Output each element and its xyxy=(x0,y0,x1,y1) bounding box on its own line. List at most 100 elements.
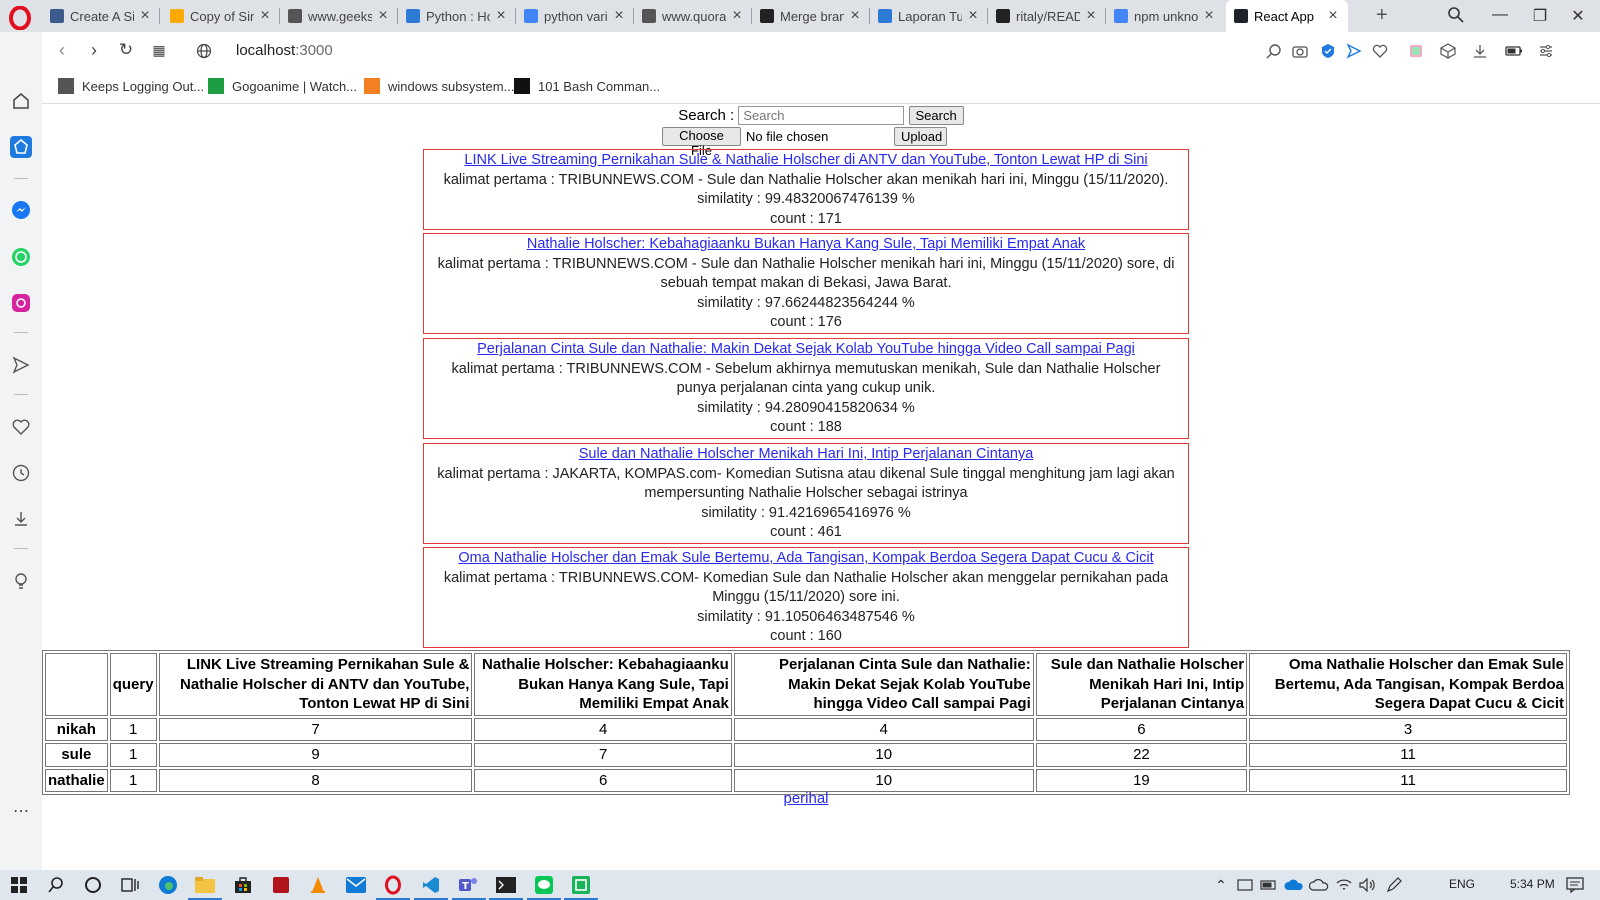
mail-icon[interactable] xyxy=(345,874,367,896)
vlc-icon[interactable] xyxy=(307,874,329,896)
green-app-icon[interactable] xyxy=(564,874,598,900)
table-corner-cell xyxy=(45,653,108,716)
search-icon[interactable] xyxy=(45,874,67,896)
close-tab-icon[interactable]: × xyxy=(1202,7,1216,25)
pen-icon[interactable] xyxy=(1383,874,1405,896)
instagram-icon[interactable] xyxy=(10,292,32,314)
result-title-link[interactable]: Oma Nathalie Holscher dan Emak Sule Bert… xyxy=(458,550,1153,566)
notifications-icon[interactable] xyxy=(1564,874,1586,896)
chevron-up-icon[interactable]: ⌃ xyxy=(1210,874,1232,896)
browser-tab[interactable]: Laporan Tu × xyxy=(870,0,988,32)
result-title-link[interactable]: Perjalanan Cinta Sule dan Nathalie: Maki… xyxy=(477,341,1135,357)
bookmark-label: Keeps Logging Out... xyxy=(82,78,205,94)
volume-icon[interactable] xyxy=(1357,874,1379,896)
browser-tab[interactable]: python vari × xyxy=(516,0,634,32)
extension-cube-icon[interactable] xyxy=(1406,41,1426,61)
app-red-icon[interactable] xyxy=(270,874,292,896)
input-language[interactable]: ENG xyxy=(1449,877,1475,891)
file-explorer-icon[interactable] xyxy=(188,874,222,900)
close-tab-icon[interactable]: × xyxy=(138,7,152,25)
vpn-shield-icon[interactable] xyxy=(1318,41,1338,61)
bookmark-item[interactable]: Keeps Logging Out... xyxy=(58,78,204,94)
history-clock-icon[interactable] xyxy=(10,462,32,484)
send-flow-icon[interactable] xyxy=(1344,41,1364,61)
extensions-box-icon[interactable] xyxy=(1438,41,1458,61)
line-messenger-icon[interactable] xyxy=(527,874,561,900)
downloads-icon[interactable] xyxy=(10,508,32,530)
lightbulb-icon[interactable] xyxy=(10,570,32,592)
windows-start-icon[interactable] xyxy=(8,874,30,896)
battery-saver-icon[interactable] xyxy=(1504,41,1524,61)
speed-dial-icon[interactable] xyxy=(10,136,32,158)
wifi-icon[interactable] xyxy=(1333,874,1355,896)
result-title-link[interactable]: LINK Live Streaming Pernikahan Sule & Na… xyxy=(464,152,1147,168)
cloud-icon[interactable] xyxy=(1308,874,1330,896)
bookmark-item[interactable]: windows subsystem... xyxy=(364,78,514,94)
teams-icon[interactable]: T xyxy=(452,874,486,900)
about-link[interactable]: perihal xyxy=(783,790,828,807)
close-tab-icon[interactable]: × xyxy=(612,7,626,25)
browser-tab[interactable]: www.quora × xyxy=(634,0,752,32)
edge-icon[interactable] xyxy=(157,874,179,896)
clock-time[interactable]: 5:34 PM xyxy=(1510,877,1555,891)
new-tab-button[interactable]: + xyxy=(1376,4,1388,27)
close-tab-icon[interactable]: × xyxy=(1326,7,1340,25)
tab-search-icon[interactable] xyxy=(1447,6,1465,24)
browser-tab[interactable]: Copy of Sin × xyxy=(162,0,280,32)
close-window-icon[interactable]: ✕ xyxy=(1558,6,1598,26)
bookmark-item[interactable]: Gogoanime | Watch... xyxy=(208,78,357,94)
battery-icon[interactable] xyxy=(1258,874,1280,896)
opera-taskbar-icon[interactable] xyxy=(376,874,410,900)
minimize-icon[interactable]: — xyxy=(1480,6,1520,24)
onedrive-icon[interactable] xyxy=(1283,874,1305,896)
home-icon[interactable] xyxy=(10,90,32,112)
search-button[interactable]: Search xyxy=(908,106,964,125)
vscode-icon[interactable] xyxy=(414,874,448,900)
table-row: nathalie 1 8 6 10 19 11 xyxy=(45,768,1567,792)
close-tab-icon[interactable]: × xyxy=(258,7,272,25)
url-field[interactable]: localhost:3000 xyxy=(236,42,333,59)
whatsapp-icon[interactable] xyxy=(10,246,32,268)
browser-tab[interactable]: ritaly/READ × xyxy=(988,0,1106,32)
snapshot-camera-icon[interactable] xyxy=(1290,41,1310,61)
browser-tab[interactable]: Create A Si × xyxy=(42,0,160,32)
heart-icon[interactable] xyxy=(10,416,32,438)
task-view-icon[interactable] xyxy=(119,874,141,896)
restore-icon[interactable]: ❐ xyxy=(1520,6,1560,26)
opera-logo-icon[interactable] xyxy=(8,6,32,30)
flow-send-icon[interactable] xyxy=(10,354,32,376)
bookmark-heart-icon[interactable] xyxy=(1370,41,1390,61)
forward-icon[interactable]: › xyxy=(82,40,106,61)
result-title-link[interactable]: Nathalie Holscher: Kebahagiaanku Bukan H… xyxy=(527,236,1085,252)
close-tab-icon[interactable]: × xyxy=(848,7,862,25)
tab-grid-icon[interactable]: ▦ xyxy=(147,42,171,59)
close-tab-icon[interactable]: × xyxy=(376,7,390,25)
terminal-icon[interactable] xyxy=(489,874,523,900)
choose-file-button[interactable]: Choose File xyxy=(662,127,741,158)
back-icon[interactable]: ‹ xyxy=(50,40,74,61)
browser-tab[interactable]: npm unkno × xyxy=(1106,0,1224,32)
bookmark-item[interactable]: 101 Bash Comman... xyxy=(514,78,660,94)
browser-tab[interactable]: Merge bran × xyxy=(752,0,870,32)
site-info-globe-icon[interactable] xyxy=(196,43,212,59)
more-options-icon[interactable]: ⋯ xyxy=(10,800,32,822)
close-tab-icon[interactable]: × xyxy=(730,7,744,25)
messenger-icon[interactable] xyxy=(10,199,32,221)
upload-button[interactable]: Upload xyxy=(894,127,947,146)
browser-tab[interactable]: React App × xyxy=(1226,0,1348,32)
result-title-link[interactable]: Sule dan Nathalie Holscher Menikah Hari … xyxy=(579,446,1034,462)
meet-now-icon[interactable] xyxy=(1234,874,1256,896)
easy-setup-sliders-icon[interactable] xyxy=(1536,41,1556,61)
download-icon[interactable] xyxy=(1470,41,1490,61)
search-tabs-icon[interactable] xyxy=(1264,41,1284,61)
close-tab-icon[interactable]: × xyxy=(1084,7,1098,25)
browser-tab[interactable]: Python : Ho × xyxy=(398,0,516,32)
table-cell: 11 xyxy=(1249,743,1567,767)
search-input[interactable] xyxy=(738,106,905,125)
close-tab-icon[interactable]: × xyxy=(494,7,508,25)
browser-tab[interactable]: www.geeksf × xyxy=(280,0,398,32)
store-icon[interactable] xyxy=(232,874,254,896)
reload-icon[interactable]: ↻ xyxy=(114,40,138,60)
cortana-icon[interactable] xyxy=(82,874,104,896)
close-tab-icon[interactable]: × xyxy=(966,7,980,25)
